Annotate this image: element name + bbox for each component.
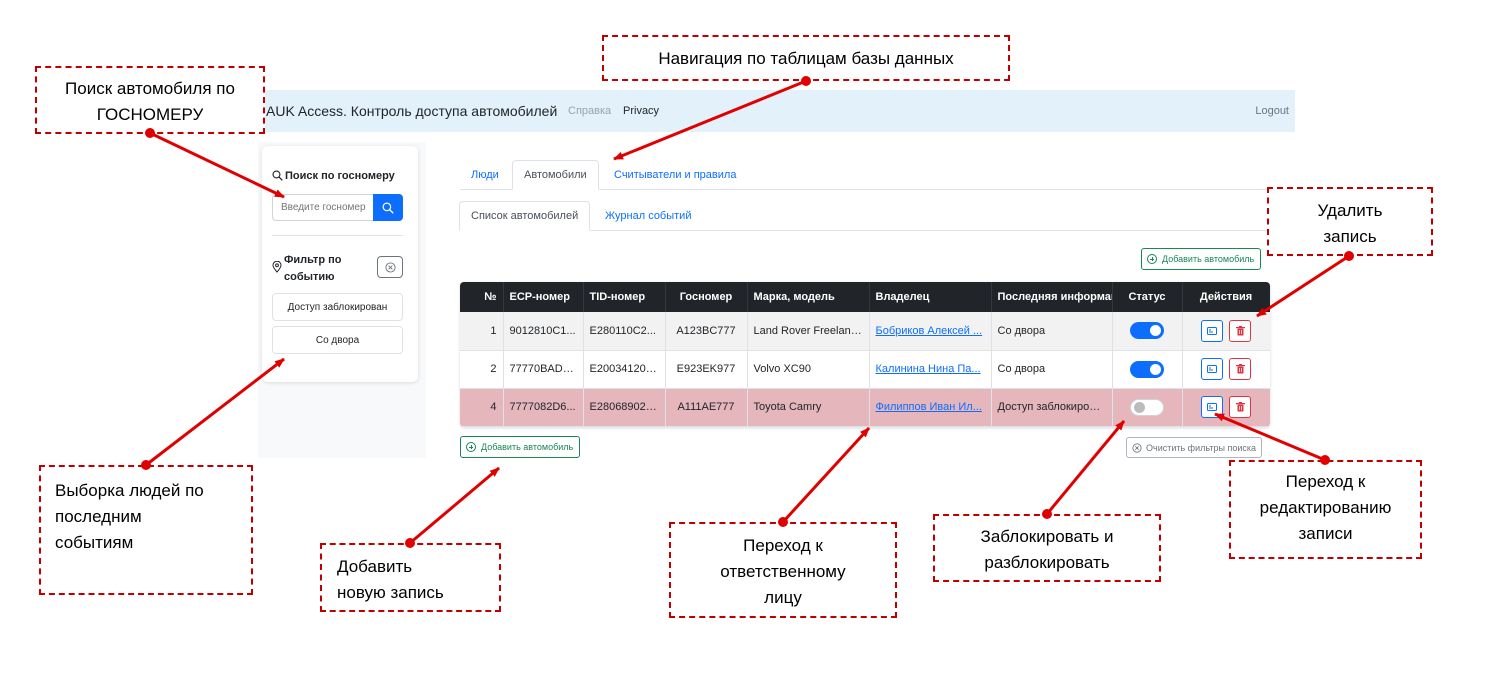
- arrow-dot: [1320, 455, 1330, 465]
- arrow-add: [409, 466, 500, 545]
- arrow-nav: [613, 79, 807, 161]
- arrow-owner: [781, 426, 871, 524]
- arrow-dot: [141, 460, 151, 470]
- arrow-dot: [778, 517, 788, 527]
- arrow-dot: [145, 128, 155, 138]
- arrow-delete: [1256, 254, 1350, 318]
- arrow-block: [1045, 420, 1126, 515]
- arrow-search: [149, 131, 285, 199]
- arrow-dot: [405, 538, 415, 548]
- arrow-dot: [1042, 509, 1052, 519]
- arrow-edit: [1214, 412, 1326, 462]
- annotation-arrows: [141, 76, 1354, 548]
- arrow-filter: [145, 357, 285, 467]
- arrow-dot: [1344, 251, 1354, 261]
- arrow-dot: [801, 76, 811, 86]
